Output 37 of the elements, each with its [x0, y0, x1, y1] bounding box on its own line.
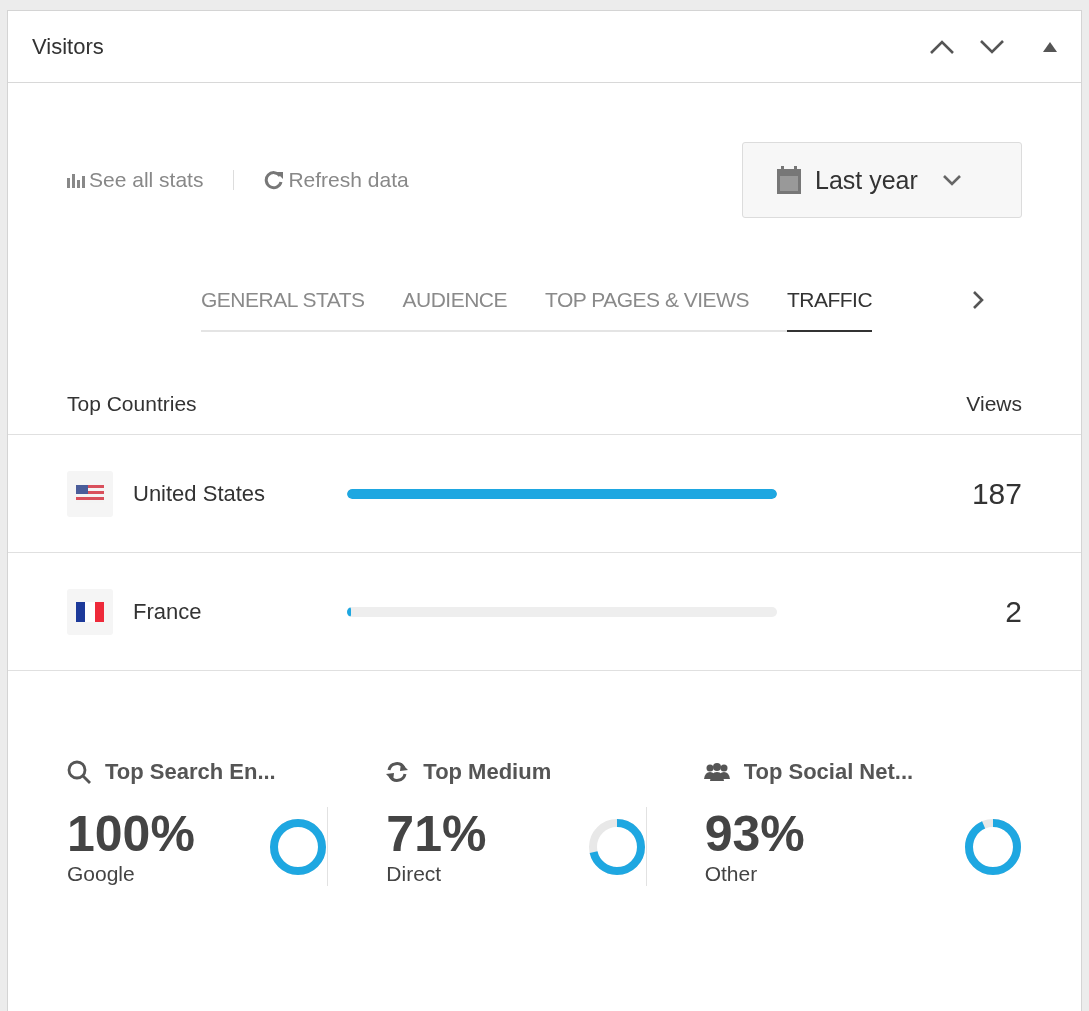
source-name: Direct	[386, 862, 443, 886]
donut-ring	[964, 817, 1022, 876]
summary-title: Top Medium	[423, 759, 552, 785]
percent-value: 71%	[386, 807, 487, 862]
tab[interactable]: TOP PAGES & VIEWS	[545, 288, 749, 332]
source-name: Other	[704, 862, 759, 886]
date-range-dropdown[interactable]: Last year	[742, 142, 1022, 218]
tab[interactable]: AUDIENCE	[402, 288, 507, 332]
bar-chart-icon	[67, 172, 85, 188]
calendar-icon	[777, 166, 801, 194]
refresh-icon	[385, 761, 410, 783]
see-all-stats-link[interactable]: See all stats	[67, 168, 204, 192]
refresh-icon	[264, 170, 285, 190]
source-name: Google	[67, 862, 136, 886]
flag-icon	[67, 588, 113, 635]
percent-value: 93%	[704, 807, 805, 862]
move-down-icon[interactable]	[979, 38, 1005, 55]
collapse-icon[interactable]	[1043, 41, 1057, 52]
chevron-down-icon	[941, 174, 962, 186]
chevron-right-icon[interactable]	[972, 290, 985, 310]
refresh-data-link[interactable]: Refresh data	[264, 168, 409, 192]
column-header: Top Countries	[67, 392, 197, 416]
column-header: Views	[966, 392, 1022, 416]
panel-title: Visitors	[32, 33, 104, 60]
tab[interactable]: TRAFFIC	[786, 288, 873, 332]
users-icon	[703, 763, 730, 781]
summary-title: Top Social Net...	[743, 759, 914, 785]
flag-icon	[67, 470, 113, 517]
search-icon	[67, 760, 91, 784]
tab[interactable]: GENERAL STATS	[201, 288, 365, 332]
views-count: 187	[971, 476, 1022, 511]
percent-value: 100%	[67, 807, 195, 862]
country-name: France	[133, 598, 203, 625]
views-count: 2	[1005, 594, 1022, 629]
move-up-icon[interactable]	[929, 38, 955, 55]
summary-title: Top Search En...	[105, 759, 276, 785]
country-name: United States	[133, 480, 267, 507]
